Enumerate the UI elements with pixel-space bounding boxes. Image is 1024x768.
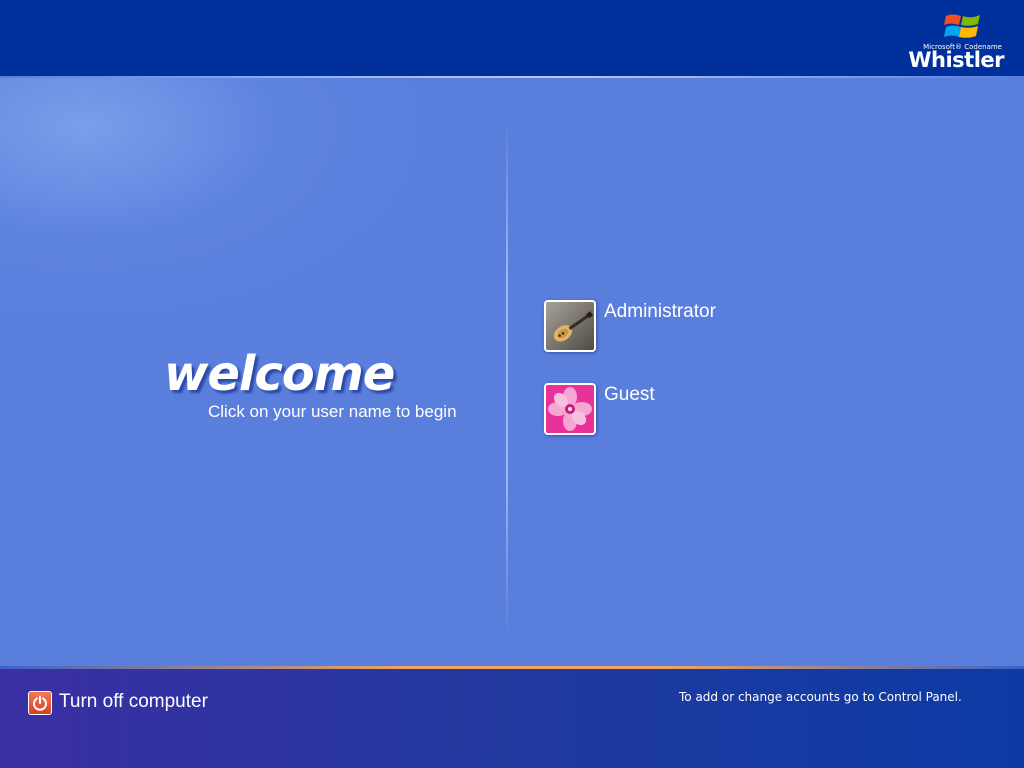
bottom-bar: Turn off computer To add or change accou… bbox=[0, 669, 1024, 768]
sky-glow bbox=[0, 78, 420, 318]
user-name-guest[interactable]: Guest bbox=[604, 384, 655, 406]
main-area: welcome Click on your user name to begin bbox=[0, 78, 1024, 666]
windows-flag-icon bbox=[944, 14, 980, 38]
power-icon[interactable] bbox=[28, 691, 52, 715]
logo-product-name: Whistler bbox=[908, 48, 1004, 72]
turn-off-label[interactable]: Turn off computer bbox=[59, 691, 208, 713]
welcome-instruction: Click on your user name to begin bbox=[208, 402, 457, 421]
control-panel-hint: To add or change accounts go to Control … bbox=[679, 690, 962, 704]
top-bar: Microsoft® Codename Whistler bbox=[0, 0, 1024, 76]
whistler-logo: Microsoft® Codename Whistler bbox=[908, 8, 1004, 72]
welcome-heading: welcome bbox=[164, 346, 395, 402]
vertical-divider bbox=[506, 118, 508, 638]
guitar-picture[interactable] bbox=[544, 300, 596, 352]
user-name-administrator[interactable]: Administrator bbox=[604, 301, 716, 323]
flower-picture[interactable] bbox=[544, 383, 596, 435]
welcome-screen: Microsoft® Codename Whistler welcome Cli… bbox=[0, 0, 1024, 768]
